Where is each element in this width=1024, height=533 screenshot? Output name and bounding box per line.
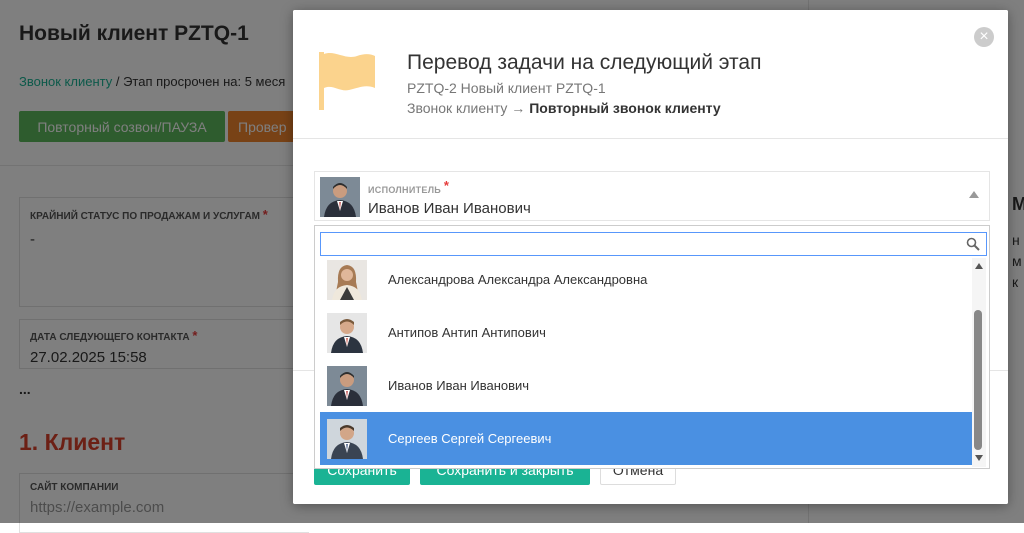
scroll-down-icon[interactable] [975,455,983,461]
options-list: Александрова Александра Александровна Ан… [320,258,972,467]
stage-transition: Звонок клиенту → Повторный звонок клиент… [407,100,721,116]
list-item[interactable]: Иванов Иван Иванович [320,359,972,412]
avatar [327,259,367,300]
arrow: → [507,100,530,116]
assignee-select[interactable]: ИСПОЛНИТЕЛЬ * Иванов Иван Иванович [314,171,990,221]
scrollbar[interactable] [972,258,986,467]
avatar [327,418,367,459]
list-item-highlighted[interactable]: Сергеев Сергей Сергеевич [320,412,972,465]
option-label: Сергеев Сергей Сергеевич [388,431,552,446]
close-icon[interactable]: × [974,27,994,47]
modal-subtitle: PZTQ-2 Новый клиент PZTQ-1 [407,80,606,96]
option-label: Александрова Александра Александровна [388,272,648,287]
to-stage: Повторный звонок клиенту [529,100,721,116]
dropdown-search[interactable] [320,232,987,256]
scroll-up-icon[interactable] [975,263,983,269]
from-stage: Звонок клиенту [407,100,508,116]
avatar [327,365,367,406]
assignee-dropdown: Александрова Александра Александровна Ан… [314,225,990,469]
flag-icon [319,52,375,110]
chevron-up-icon[interactable] [969,191,979,198]
list-item[interactable]: Антипов Антип Антипович [320,306,972,359]
list-item[interactable]: Александрова Александра Александровна [320,258,972,306]
assignee-label-text: ИСПОЛНИТЕЛЬ [368,185,442,195]
scrollbar-thumb[interactable] [974,310,982,450]
option-label: Иванов Иван Иванович [388,378,530,393]
assignee-label: ИСПОЛНИТЕЛЬ * [368,178,450,196]
search-input[interactable] [321,233,961,255]
avatar [327,312,367,353]
assignee-value: Иванов Иван Иванович [368,200,531,217]
avatar [320,177,360,217]
required-mark: * [443,178,450,193]
modal-title: Перевод задачи на следующий этап [407,51,762,74]
modal-header: Перевод задачи на следующий этап PZTQ-2 … [293,10,1008,139]
search-icon [966,237,980,251]
option-label: Антипов Антип Антипович [388,325,546,340]
